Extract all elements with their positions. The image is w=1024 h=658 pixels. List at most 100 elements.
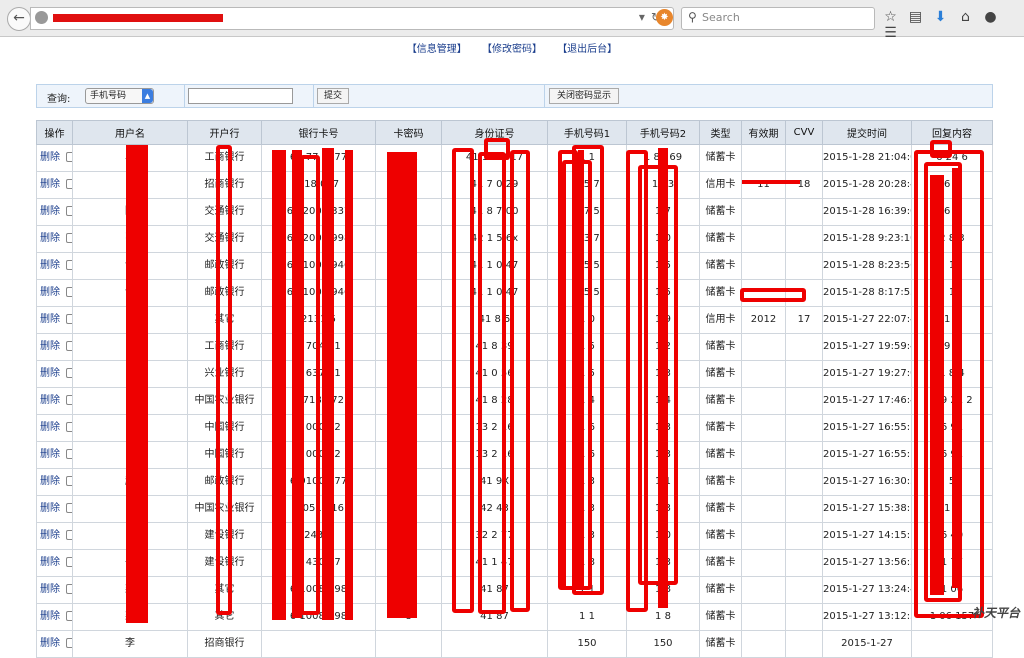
cell-time: 2015-1-27 14:15:15	[822, 522, 912, 550]
firebug-icon[interactable]: ✸	[656, 9, 673, 26]
cell-type: 信用卡	[699, 171, 742, 199]
row-actions: 删除	[36, 549, 73, 577]
nav-logout[interactable]: 【退出后台】	[557, 44, 617, 55]
row-checkbox[interactable]	[66, 341, 72, 351]
delete-link[interactable]: 删除	[40, 449, 60, 460]
delete-link[interactable]: 删除	[40, 152, 60, 163]
account-icon[interactable]: ●	[978, 9, 1003, 25]
delete-link[interactable]: 删除	[40, 206, 60, 217]
row-checkbox[interactable]	[66, 395, 72, 405]
row-checkbox[interactable]	[66, 206, 72, 216]
row-checkbox[interactable]	[66, 584, 72, 594]
row-checkbox[interactable]	[66, 611, 72, 621]
chevron-down-icon: ▲	[142, 89, 153, 103]
cell-cvv	[785, 576, 823, 604]
row-checkbox[interactable]	[66, 287, 72, 297]
row-checkbox[interactable]	[66, 233, 72, 243]
cell-exp	[741, 576, 786, 604]
bookmark-star-icon[interactable]: ☆	[878, 9, 903, 25]
row-checkbox[interactable]	[66, 314, 72, 324]
delete-link[interactable]: 删除	[40, 233, 60, 244]
row-actions: 删除	[36, 333, 73, 361]
cell-type: 储蓄卡	[699, 144, 742, 172]
cell-cvv	[785, 360, 823, 388]
delete-link[interactable]: 删除	[40, 395, 60, 406]
watermark: 补天平台	[971, 606, 1020, 620]
row-checkbox[interactable]	[66, 476, 72, 486]
delete-link[interactable]: 删除	[40, 287, 60, 298]
delete-link[interactable]: 删除	[40, 611, 60, 622]
delete-link[interactable]: 删除	[40, 341, 60, 352]
back-icon[interactable]: ←	[7, 7, 31, 31]
row-checkbox[interactable]	[66, 152, 72, 162]
row-checkbox[interactable]	[66, 422, 72, 432]
query-field-select[interactable]: 手机号码 ▲	[85, 88, 154, 104]
row-checkbox[interactable]	[66, 503, 72, 513]
nav-info-management[interactable]: 【信息管理】	[407, 44, 467, 55]
delete-link[interactable]: 删除	[40, 314, 60, 325]
query-select-value: 手机号码	[90, 91, 127, 101]
cell-time: 2015-1-27 13:12:39	[822, 603, 912, 631]
delete-link[interactable]: 删除	[40, 638, 60, 649]
row-checkbox[interactable]	[66, 449, 72, 459]
cell-cvv	[785, 144, 823, 172]
cell-exp	[741, 252, 786, 280]
cell-cvv	[785, 603, 823, 631]
cell-time: 2015-1-27 15:38:12	[822, 495, 912, 523]
cell-m1: 1 1	[547, 603, 627, 631]
download-icon[interactable]: ⬇	[928, 9, 953, 25]
query-input[interactable]	[188, 88, 293, 104]
delete-link[interactable]: 删除	[40, 557, 60, 568]
redaction-mark	[478, 152, 506, 614]
cell-exp	[741, 387, 786, 415]
delete-link[interactable]: 删除	[40, 260, 60, 271]
row-actions: 删除	[36, 522, 73, 550]
cell-type: 储蓄卡	[699, 468, 742, 496]
redaction-mark	[300, 155, 320, 615]
row-actions: 删除	[36, 144, 73, 172]
cell-user: 李	[72, 630, 188, 658]
row-checkbox[interactable]	[66, 260, 72, 270]
delete-link[interactable]: 删除	[40, 179, 60, 190]
cell-time: 2015-1-27 16:30:50	[822, 468, 912, 496]
delete-link[interactable]: 删除	[40, 368, 60, 379]
col-header: CVV	[785, 120, 823, 145]
cell-type: 信用卡	[699, 306, 742, 334]
row-checkbox[interactable]	[66, 557, 72, 567]
home-icon[interactable]: ⌂	[953, 9, 978, 25]
delete-link[interactable]: 删除	[40, 476, 60, 487]
row-checkbox[interactable]	[66, 638, 72, 648]
cell-cvv	[785, 495, 823, 523]
cell-exp	[741, 198, 786, 226]
col-header: 卡密码	[375, 120, 442, 145]
col-header: 提交时间	[822, 120, 912, 145]
row-checkbox[interactable]	[66, 530, 72, 540]
cell-type: 储蓄卡	[699, 225, 742, 253]
search-icon: ⚲	[688, 10, 697, 24]
cell-exp	[741, 495, 786, 523]
cell-time: 2015-1-28 20:28:44	[822, 171, 912, 199]
cell-cvv	[785, 252, 823, 280]
delete-link[interactable]: 删除	[40, 584, 60, 595]
reading-list-icon[interactable]: ▤	[903, 9, 928, 25]
row-checkbox[interactable]	[66, 179, 72, 189]
row-checkbox[interactable]	[66, 368, 72, 378]
submit-button[interactable]: 提交	[317, 88, 349, 104]
col-header: 银行卡号	[261, 120, 376, 145]
row-actions: 删除	[36, 630, 73, 658]
cell-type: 储蓄卡	[699, 441, 742, 469]
menu-icon[interactable]: ☰	[878, 25, 903, 41]
delete-link[interactable]: 删除	[40, 530, 60, 541]
cell-type: 储蓄卡	[699, 252, 742, 280]
col-header: 类型	[699, 120, 742, 145]
cell-exp	[741, 441, 786, 469]
search-box[interactable]: ⚲ Search	[681, 7, 875, 30]
row-actions: 删除	[36, 576, 73, 604]
toggle-password-button[interactable]: 关闭密码显示	[549, 88, 619, 104]
cell-exp	[741, 333, 786, 361]
address-bar[interactable]: ▾↻	[30, 7, 674, 30]
nav-change-password[interactable]: 【修改密码】	[482, 44, 542, 55]
delete-link[interactable]: 删除	[40, 503, 60, 514]
dropdown-icon[interactable]: ▾	[639, 10, 651, 24]
delete-link[interactable]: 删除	[40, 422, 60, 433]
